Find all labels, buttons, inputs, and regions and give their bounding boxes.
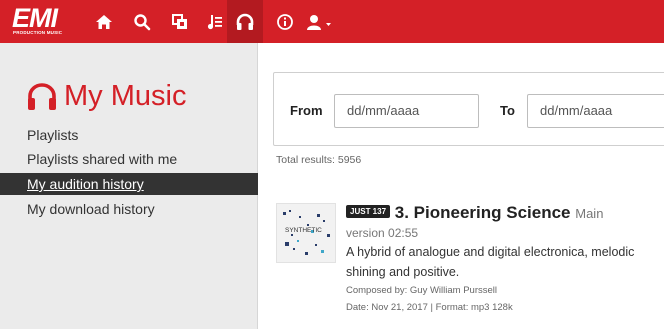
track-description-line2: shining and positive. (346, 265, 460, 279)
home-icon[interactable] (87, 0, 121, 43)
sidebar-item-download-history[interactable]: My download history (0, 198, 258, 220)
top-navbar: EMI PRODUCTION MUSIC (0, 0, 664, 43)
total-results: Total results: 5956 (276, 154, 362, 166)
track-description-line1: A hybrid of analogue and digital electro… (346, 245, 635, 259)
headphones-icon (28, 83, 56, 110)
to-label: To (500, 103, 515, 118)
sidebar: My Music Playlists Playlists shared with… (0, 43, 258, 329)
album-cover[interactable]: SYNTHETIC (276, 203, 336, 263)
track-version-label: Main (575, 206, 604, 221)
track-date-format: Date: Nov 21, 2017 | Format: mp3 128k (346, 302, 513, 313)
main-content: From dd/mm/aaaa To dd/mm/aaaa Total resu… (259, 43, 664, 329)
sidebar-item-playlists-shared[interactable]: Playlists shared with me (0, 148, 258, 170)
track-details: JUST 137 3. Pioneering Science Main vers… (346, 203, 664, 316)
from-label: From (290, 103, 323, 118)
sidebar-item-playlists[interactable]: Playlists (0, 124, 258, 146)
search-icon[interactable] (125, 0, 159, 43)
track-title-row: JUST 137 3. Pioneering Science Main (346, 203, 664, 223)
sidebar-title-text: My Music (64, 79, 187, 112)
logo-text: EMI (12, 3, 58, 33)
emi-logo[interactable]: EMI PRODUCTION MUSIC (12, 3, 72, 37)
from-date-input[interactable]: dd/mm/aaaa (334, 94, 479, 128)
user-icon (307, 14, 331, 30)
cover-text: SYNTHETIC (285, 227, 322, 234)
user-menu[interactable] (300, 0, 340, 43)
collections-icon[interactable] (163, 0, 197, 43)
sidebar-title: My Music (26, 79, 186, 113)
date-filter-panel: From dd/mm/aaaa To dd/mm/aaaa (273, 72, 664, 146)
to-date-input[interactable]: dd/mm/aaaa (527, 94, 664, 128)
info-icon[interactable] (268, 0, 302, 43)
sidebar-item-audition-history[interactable]: My audition history (0, 173, 258, 195)
track-version: version 02:55 (346, 226, 419, 240)
track-composer: Composed by: Guy William Purssell (346, 285, 497, 296)
track-title[interactable]: 3. Pioneering Science (395, 203, 571, 222)
logo-subtext: PRODUCTION MUSIC (13, 30, 63, 35)
headphones-icon[interactable] (227, 0, 263, 43)
album-badge[interactable]: JUST 137 (346, 205, 391, 219)
